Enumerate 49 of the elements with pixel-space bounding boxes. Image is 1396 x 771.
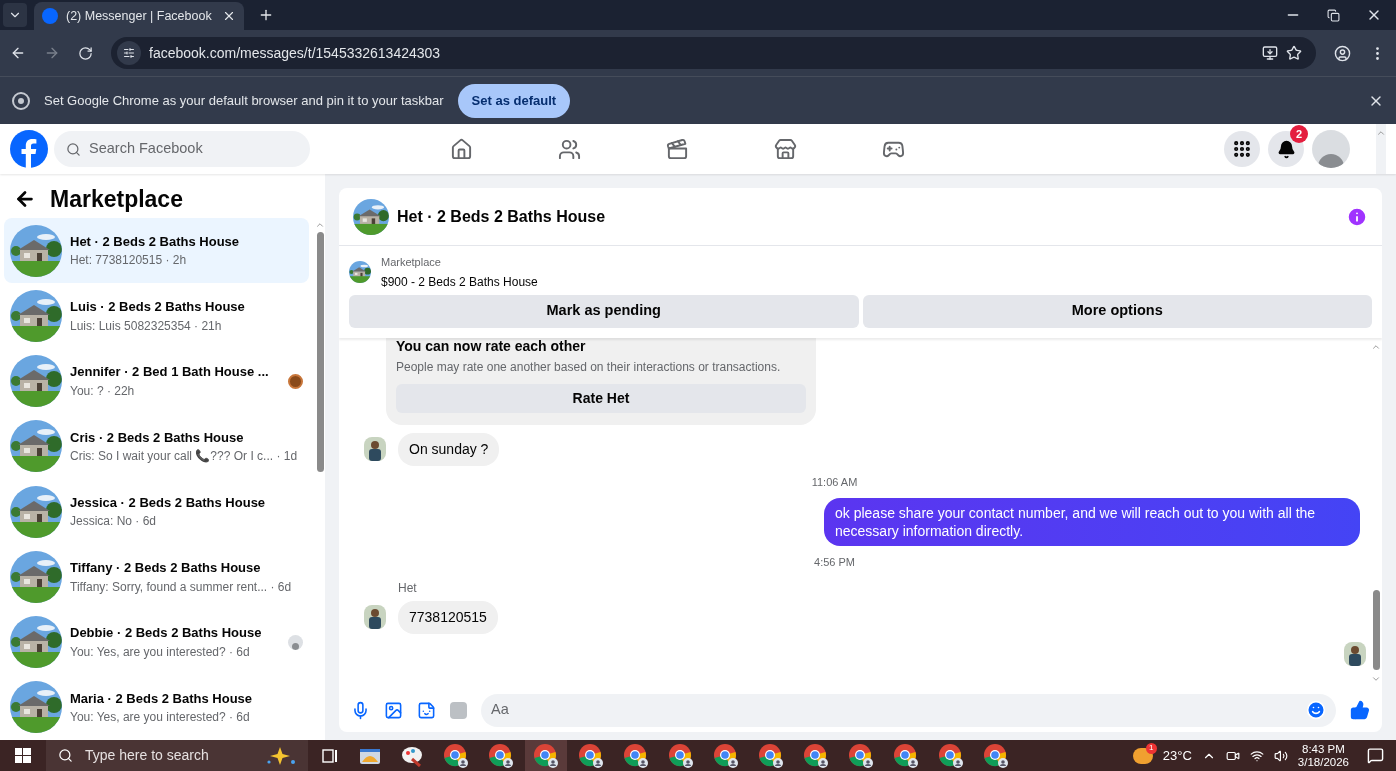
set-default-button[interactable]: Set as default — [457, 83, 571, 118]
weather-badge: 1 — [1145, 742, 1157, 754]
conversation-title: Het · 2 Beds 2 Baths House — [70, 232, 241, 251]
conversation-preview: Cris: So I wait your call 📞??? Or I c... · 1d — [70, 448, 299, 466]
taskbar-search-field[interactable]: Type here to search — [46, 740, 308, 771]
chat-title: Het · 2 Beds 2 Baths House — [397, 206, 607, 227]
sidebar-title: Marketplace — [50, 184, 183, 214]
incoming-message: 7738120515 — [398, 600, 498, 634]
conversation-title: Jennifer · 2 Bed 1 Bath House ... — [70, 363, 270, 382]
conversation-preview: Het: 7738120515 · 2h — [70, 252, 188, 270]
tab-title: (2) Messenger | Facebook — [66, 7, 213, 25]
conversation-item[interactable]: Het · 2 Beds 2 Baths House Het: 7738120515 · 2h — [4, 218, 309, 284]
conversation-preview: Luis: Luis 5082325354 · 21h — [70, 317, 223, 335]
conversation-preview: You: Yes, are you interested? · 6d — [70, 643, 251, 661]
listing-action-button[interactable]: Mark as pending — [349, 294, 859, 328]
browser-tab[interactable]: (2) Messenger | Facebook — [34, 2, 244, 30]
message-field[interactable]: Aa — [481, 693, 1336, 727]
rating-text: People may rate one another based on their interactions or transactions. — [396, 358, 782, 376]
conversation-title: Debbie · 2 Beds 2 Baths House — [70, 624, 263, 643]
taskbar-search-placeholder: Type here to search — [85, 746, 210, 765]
conversation-preview: You: Yes, are you interested? · 6d — [70, 709, 251, 727]
rate-button[interactable]: Rate Het — [396, 383, 806, 413]
conversation-title: Maria · 2 Beds 2 Baths House — [70, 689, 254, 708]
conversation-title: Jessica · 2 Beds 2 Baths House — [70, 493, 267, 512]
clock-time: 8:43 PM — [1302, 742, 1345, 756]
message-timestamp: 11:06 AM — [811, 474, 858, 490]
search-field[interactable]: Search Facebook — [54, 131, 310, 167]
infobar-message: Set Google Chrome as your default browser and pin it to your taskbar — [44, 91, 444, 110]
sender-name: Het — [397, 579, 418, 597]
conversation-title: Luis · 2 Beds 2 Baths House — [70, 298, 246, 317]
clock-date: 3/18/2026 — [1297, 755, 1349, 769]
listing-title: $900 - 2 Beds 2 Baths House — [381, 273, 538, 291]
address-bar[interactable]: facebook.com/messages/t/1545332613424303 — [111, 37, 1316, 69]
listing-label: Marketplace — [381, 255, 442, 270]
outgoing-message: ok please share your contact number, and we will reach out to you with all the necessary information directly. — [824, 498, 1360, 546]
url-text: facebook.com/messages/t/1545332613424303 — [149, 43, 442, 63]
conversation-preview: Tiffany: Sorry, found a summer rent... · 6d — [70, 578, 293, 596]
message-input[interactable]: Aa — [491, 699, 1306, 721]
notification-badge: 2 — [1290, 125, 1308, 143]
temperature: 23°C — [1162, 746, 1192, 765]
incoming-message: On sunday ? — [398, 432, 500, 466]
conversation-preview: Jessica: No · 6d — [70, 513, 158, 531]
rating-title: You can now rate each other — [396, 337, 587, 354]
search-input[interactable]: Search Facebook — [89, 138, 279, 160]
conversation-preview: You: ? · 22h — [70, 382, 136, 400]
conversation-title: Cris · 2 Beds 2 Baths House — [70, 428, 245, 447]
conversation-title: Tiffany · 2 Beds 2 Baths House — [70, 559, 262, 578]
listing-action-button[interactable]: More options — [862, 294, 1372, 328]
message-timestamp: 4:56 PM — [814, 555, 855, 570]
